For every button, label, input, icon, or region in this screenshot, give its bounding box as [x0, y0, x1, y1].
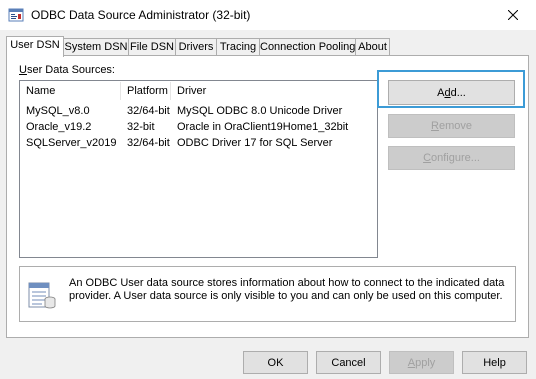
tab-user-dsn[interactable]: User DSN	[6, 36, 64, 57]
tab-tracing[interactable]: Tracing	[216, 38, 260, 55]
configure-button[interactable]: Configure...	[388, 146, 515, 170]
row-platform: 32/64-bit	[127, 105, 170, 117]
tab-drivers[interactable]: Drivers	[175, 38, 217, 55]
row-name: Oracle_v19.2	[26, 121, 92, 133]
list-row[interactable]: Oracle_v19.2 32-bit Oracle in OraClient1…	[20, 120, 377, 135]
title-bar: ODBC Data Source Administrator (32-bit)	[0, 0, 536, 30]
row-platform: 32-bit	[127, 121, 155, 133]
row-name: MySQL_v8.0	[26, 105, 90, 117]
ok-button[interactable]: OK	[243, 351, 308, 374]
odbc-app-icon	[8, 7, 24, 23]
info-box: An ODBC User data source stores informat…	[19, 266, 516, 322]
row-driver: MySQL ODBC 8.0 Unicode Driver	[177, 105, 343, 117]
help-button[interactable]: Help	[462, 351, 527, 374]
apply-button[interactable]: Apply	[389, 351, 454, 374]
cancel-button[interactable]: Cancel	[316, 351, 381, 374]
tab-system-dsn[interactable]: System DSN	[63, 38, 129, 55]
list-row[interactable]: SQLServer_v2019 32/64-bit ODBC Driver 17…	[20, 136, 377, 151]
column-header-name[interactable]: Name	[20, 81, 55, 101]
close-icon	[508, 10, 518, 20]
list-header: Name Platform Driver	[20, 81, 377, 101]
tab-file-dsn[interactable]: File DSN	[128, 38, 176, 55]
row-driver: Oracle in OraClient19Home1_32bit	[177, 121, 349, 133]
column-header-platform[interactable]: Platform	[121, 81, 168, 101]
column-header-driver[interactable]: Driver	[171, 81, 206, 101]
data-source-icon	[28, 280, 56, 310]
info-text: An ODBC User data source stores informat…	[69, 277, 505, 302]
close-button[interactable]	[490, 0, 536, 30]
list-row[interactable]: MySQL_v8.0 32/64-bit MySQL ODBC 8.0 Unic…	[20, 104, 377, 119]
remove-button[interactable]: Remove	[388, 114, 515, 138]
add-button[interactable]: Ad d...	[388, 80, 515, 105]
tab-about[interactable]: About	[355, 38, 390, 55]
user-data-sources-label: User Data Sources:	[19, 64, 115, 76]
tab-connection-pooling[interactable]: Connection Pooling	[259, 38, 356, 55]
data-sources-list[interactable]: Name Platform Driver MySQL_v8.0 32/64-bi…	[19, 80, 378, 258]
window-title: ODBC Data Source Administrator (32-bit)	[31, 8, 251, 22]
row-driver: ODBC Driver 17 for SQL Server	[177, 137, 333, 149]
row-name: SQLServer_v2019	[26, 137, 117, 149]
row-platform: 32/64-bit	[127, 137, 170, 149]
